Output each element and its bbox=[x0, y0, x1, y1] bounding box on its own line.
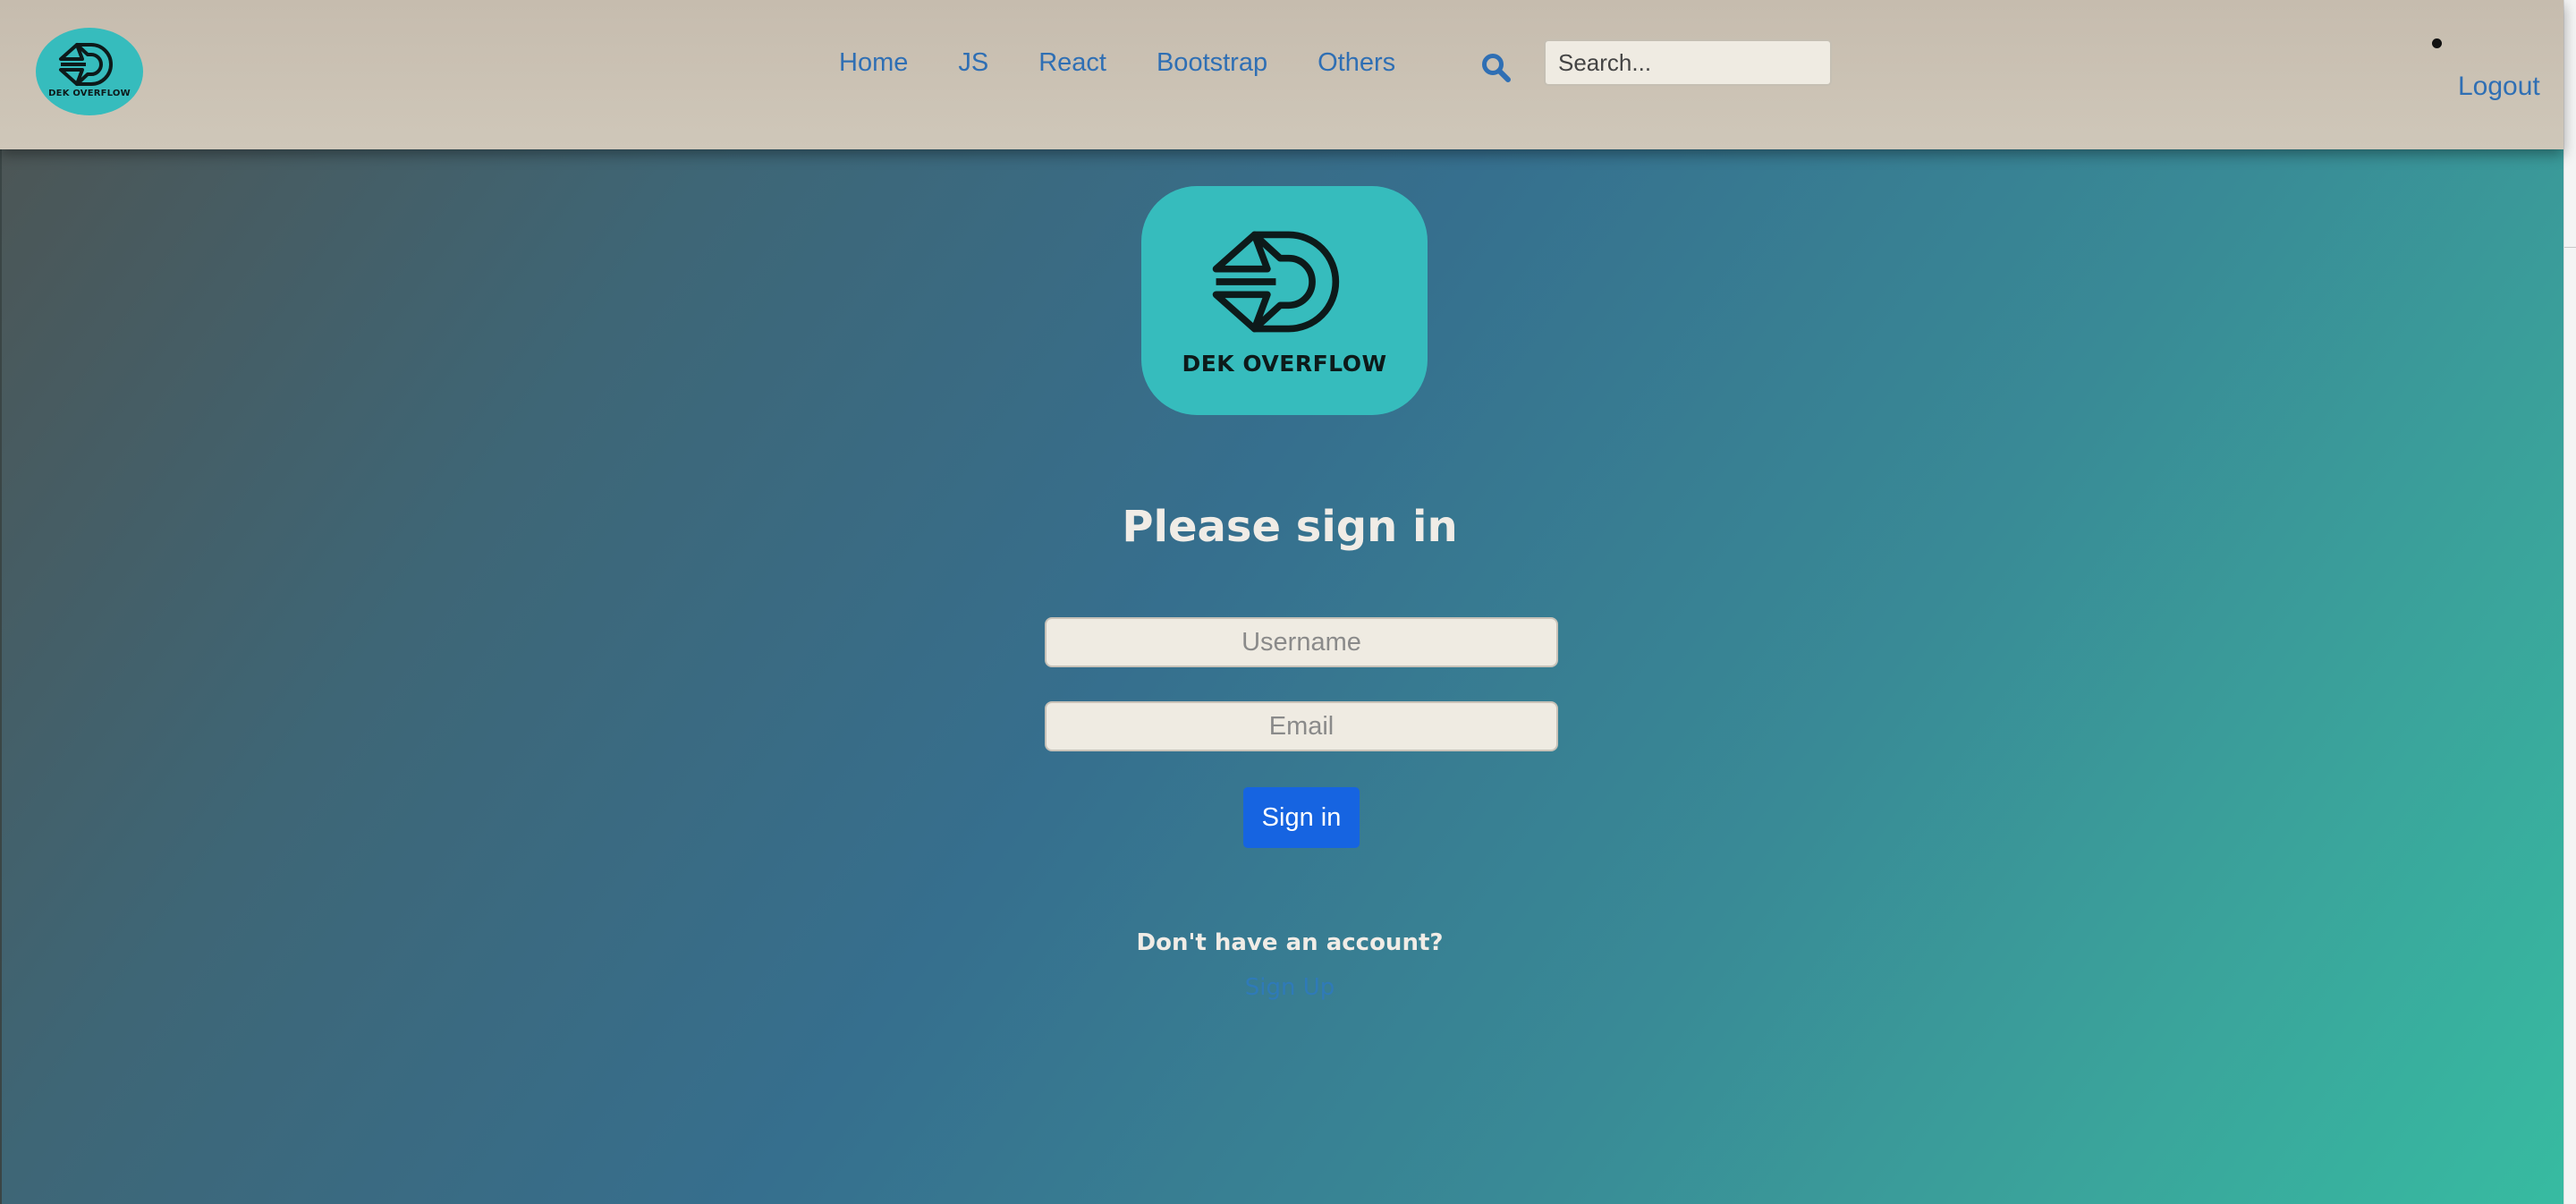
username-field[interactable] bbox=[1045, 617, 1558, 667]
signin-page: DEK OVERFLOW Please sign in Sign in Don'… bbox=[0, 149, 2565, 1204]
search-input[interactable] bbox=[1544, 39, 1832, 86]
email-field[interactable] bbox=[1045, 701, 1558, 751]
logout-link[interactable]: Logout bbox=[2458, 72, 2540, 102]
nav-link-others[interactable]: Others bbox=[1292, 45, 1420, 81]
page-title: Please sign in bbox=[1122, 502, 1458, 552]
search-icon[interactable] bbox=[1481, 53, 1512, 83]
nav-link-js[interactable]: JS bbox=[933, 45, 1013, 81]
scrollbar-tick bbox=[2564, 247, 2576, 248]
dek-overflow-logo-icon bbox=[1212, 231, 1340, 333]
dek-overflow-logo-icon bbox=[59, 43, 113, 86]
window-edge-scrollbar bbox=[2563, 0, 2576, 1204]
nav-link-react[interactable]: React bbox=[1013, 45, 1131, 81]
no-account-text: Don't have an account? bbox=[1136, 929, 1444, 956]
signup-link[interactable]: Sign Up bbox=[2, 974, 2576, 1001]
signin-button[interactable]: Sign in bbox=[1243, 787, 1360, 848]
hero-logo-text: DEK OVERFLOW bbox=[1182, 351, 1387, 377]
nav-link-bootstrap[interactable]: Bootstrap bbox=[1131, 45, 1292, 81]
top-navbar: DEK OVERFLOW Home JS React Bootstrap Oth… bbox=[0, 0, 2563, 149]
hero-logo: DEK OVERFLOW bbox=[1141, 186, 1428, 415]
main-nav: Home JS React Bootstrap Others bbox=[814, 45, 1420, 81]
nav-link-home[interactable]: Home bbox=[814, 45, 933, 81]
brand-logo[interactable]: DEK OVERFLOW bbox=[36, 28, 143, 115]
list-bullet bbox=[2432, 38, 2442, 48]
brand-logo-text: DEK OVERFLOW bbox=[48, 89, 131, 98]
